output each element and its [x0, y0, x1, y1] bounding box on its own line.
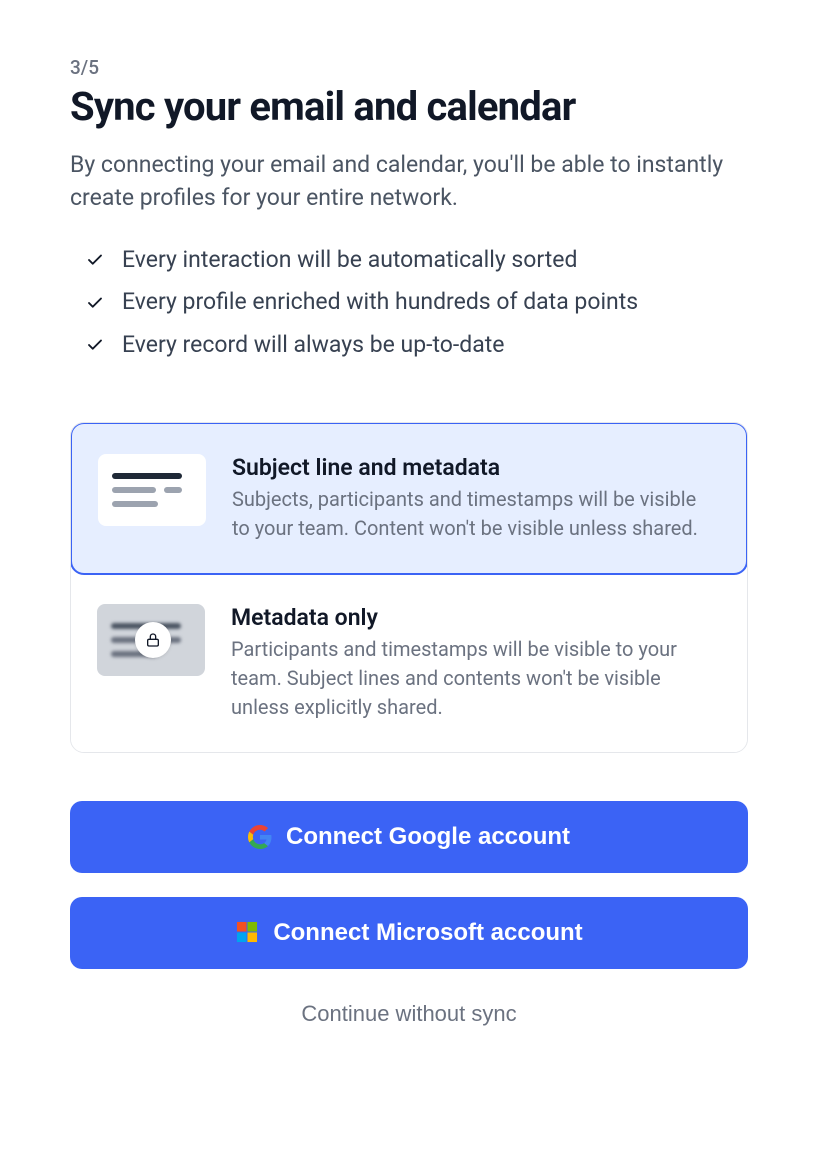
option-description: Participants and timestamps will be visi…: [231, 635, 717, 722]
page-title: Sync your email and calendar: [70, 83, 748, 130]
feature-text: Every interaction will be automatically …: [122, 239, 577, 282]
sync-options: Subject line and metadata Subjects, part…: [70, 422, 748, 753]
feature-item: Every record will always be up-to-date: [86, 324, 748, 367]
feature-text: Every profile enriched with hundreds of …: [122, 281, 638, 324]
button-label: Connect Microsoft account: [273, 919, 582, 947]
option-text: Metadata only Participants and timestamp…: [231, 604, 717, 722]
connect-google-button[interactable]: Connect Google account: [70, 801, 748, 873]
option-title: Subject line and metadata: [232, 454, 716, 481]
feature-text: Every record will always be up-to-date: [122, 324, 504, 367]
continue-without-sync-link[interactable]: Continue without sync: [70, 1001, 748, 1027]
button-label: Connect Google account: [286, 823, 570, 851]
microsoft-icon: [235, 921, 259, 945]
option-illustration-icon: [98, 454, 206, 526]
option-subject-metadata[interactable]: Subject line and metadata Subjects, part…: [70, 422, 748, 575]
option-illustration-icon: [97, 604, 205, 676]
check-icon: [86, 336, 104, 354]
feature-list: Every interaction will be automatically …: [70, 239, 748, 367]
option-text: Subject line and metadata Subjects, part…: [232, 454, 716, 543]
feature-item: Every interaction will be automatically …: [86, 239, 748, 282]
connect-microsoft-button[interactable]: Connect Microsoft account: [70, 897, 748, 969]
feature-item: Every profile enriched with hundreds of …: [86, 281, 748, 324]
check-icon: [86, 294, 104, 312]
option-title: Metadata only: [231, 604, 717, 631]
google-icon: [248, 825, 272, 849]
step-indicator: 3/5: [70, 56, 748, 79]
check-icon: [86, 251, 104, 269]
option-metadata-only[interactable]: Metadata only Participants and timestamp…: [71, 574, 747, 752]
page-subtitle: By connecting your email and calendar, y…: [70, 148, 748, 215]
option-description: Subjects, participants and timestamps wi…: [232, 485, 716, 543]
